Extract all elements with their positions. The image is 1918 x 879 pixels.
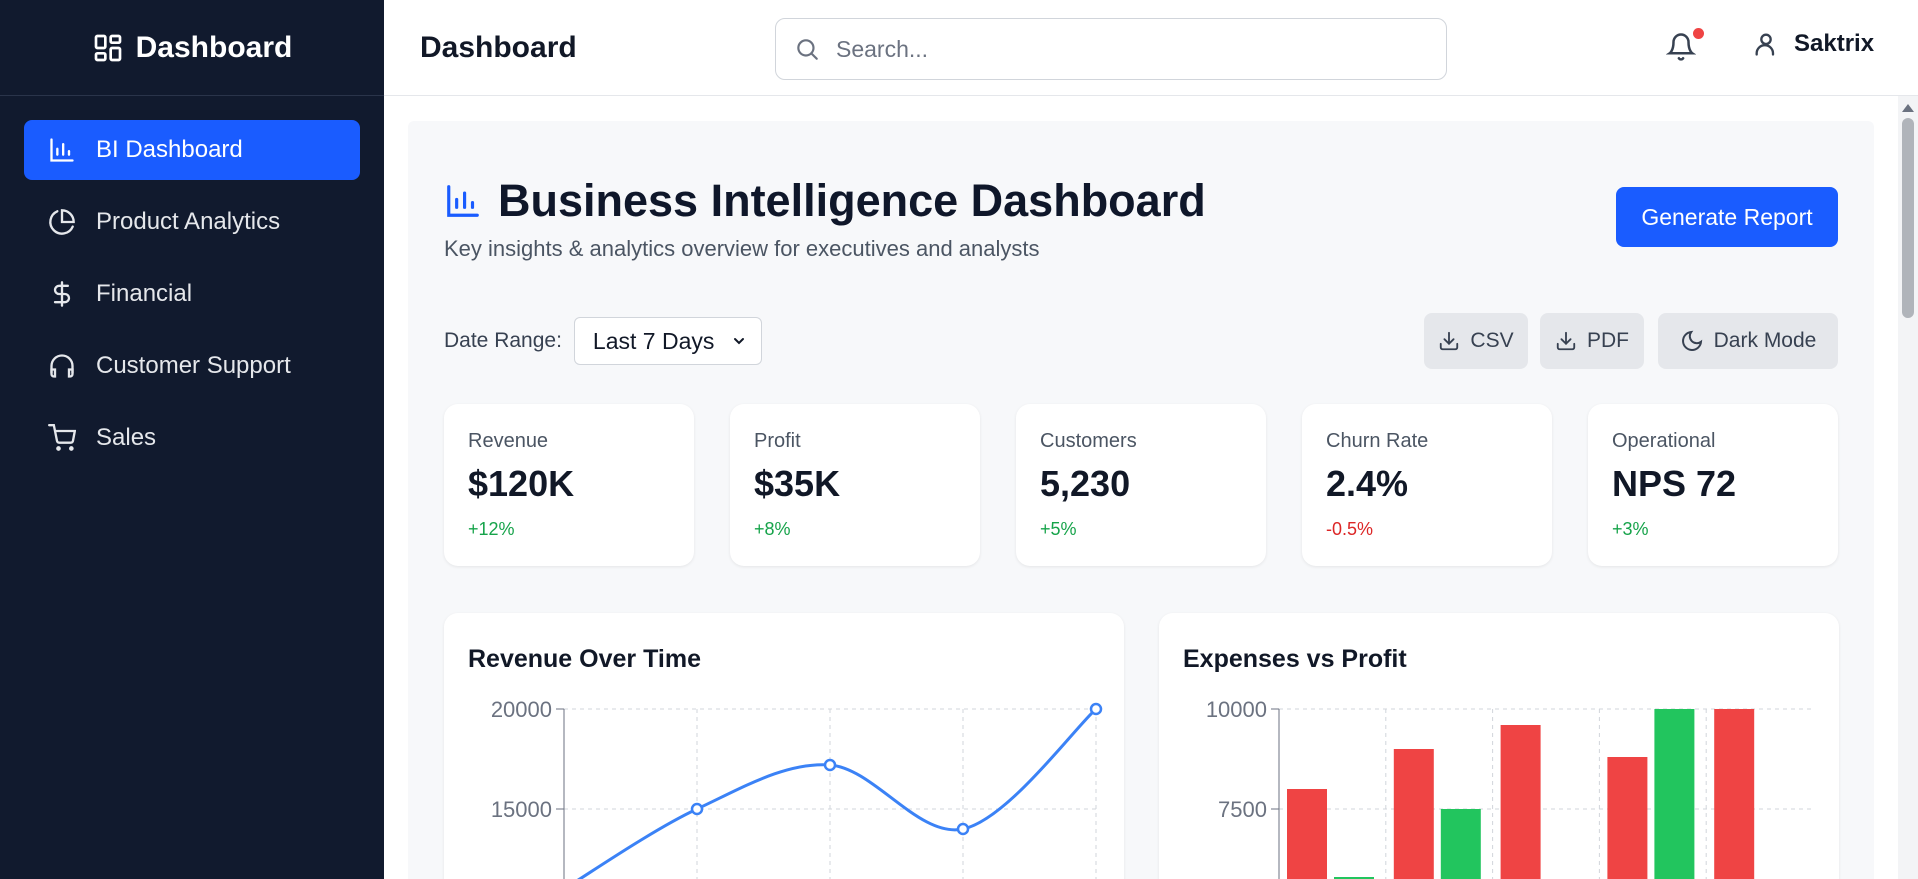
date-range-value: Last 7 Days — [592, 327, 715, 354]
sidebar-item-sales[interactable]: Sales — [24, 408, 360, 468]
download-icon — [1440, 331, 1459, 351]
cart-icon — [48, 424, 76, 451]
kpi-card-churn-rate: Churn Rate 2.4% -0.5% — [1302, 404, 1552, 566]
y-tick-label: 7500 — [1218, 797, 1267, 822]
moon-icon — [1681, 330, 1702, 351]
sidebar-item-product-analytics[interactable]: Product Analytics — [24, 192, 360, 252]
sidebar-nav: BI Dashboard Product Analytics Financial… — [0, 96, 384, 504]
date-range-label: Date Range: — [444, 329, 562, 352]
data-point — [1089, 702, 1103, 716]
main-panel: Business Intelligence Dashboard Key insi… — [408, 121, 1874, 879]
search-icon — [797, 39, 818, 60]
kpi-label: Customers — [1040, 430, 1137, 452]
scroll-up-arrow[interactable] — [1902, 104, 1914, 112]
expenses-profit-chart-card: Expenses vs Profit 10000 7500 — [1159, 613, 1839, 879]
kpi-label: Operational — [1612, 430, 1716, 452]
expenses-bar — [1393, 749, 1434, 879]
dark-mode-label: Dark Mode — [1713, 329, 1817, 352]
data-point — [956, 822, 970, 836]
sidebar-item-financial[interactable]: Financial — [24, 264, 360, 324]
date-range-select[interactable]: Last 7 Days — [573, 317, 762, 365]
expenses-bar — [1714, 709, 1755, 879]
chevron-down-icon — [733, 338, 744, 345]
sidebar-item-label: Customer Support — [96, 352, 291, 379]
bar-chart-icon — [50, 138, 74, 162]
kpi-delta: +8% — [754, 519, 791, 539]
sidebar: Dashboard BI Dashboard Product Analytics… — [0, 0, 384, 879]
scroll-thumb[interactable] — [1902, 118, 1914, 318]
y-tick-label: 20000 — [491, 697, 552, 722]
pie-chart-icon — [49, 209, 75, 235]
kpi-value: 2.4% — [1326, 463, 1409, 504]
export-pdf-button[interactable]: PDF — [1540, 313, 1644, 369]
notification-dot — [1693, 28, 1704, 39]
sidebar-item-bi-dashboard[interactable]: BI Dashboard — [24, 120, 360, 180]
csv-label: CSV — [1470, 329, 1514, 352]
kpi-delta: -0.5% — [1326, 519, 1374, 539]
y-tick-label: 10000 — [1206, 697, 1267, 722]
search-box[interactable] — [775, 18, 1447, 80]
kpi-card-profit: Profit $35K +8% — [730, 404, 980, 566]
search-input[interactable] — [836, 35, 1396, 63]
sidebar-item-label: Product Analytics — [96, 208, 281, 235]
profit-bar — [1654, 709, 1695, 879]
grid-icon — [94, 34, 121, 61]
sidebar-item-label: Financial — [96, 280, 193, 307]
revenue-line-chart: 20000 15000 — [491, 697, 1103, 879]
kpi-delta: +5% — [1040, 519, 1077, 539]
user-name: Saktrix — [1794, 30, 1875, 57]
expenses-profit-bar-chart: 10000 7500 — [1206, 697, 1813, 879]
expenses-bar — [1287, 789, 1327, 879]
dark-mode-toggle[interactable]: Dark Mode — [1658, 313, 1838, 369]
kpi-value: 5,230 — [1040, 463, 1131, 504]
headphones-icon — [50, 354, 74, 378]
y-tick-label: 15000 — [491, 797, 552, 822]
kpi-delta: +3% — [1612, 519, 1649, 539]
download-icon — [1556, 331, 1576, 351]
export-csv-button[interactable]: CSV — [1424, 313, 1528, 369]
brand-title: Dashboard — [135, 30, 293, 64]
kpi-value: $120K — [468, 463, 575, 504]
date-range-control: Date Range: Last 7 Days — [444, 317, 762, 365]
expenses-bar — [1500, 725, 1541, 879]
kpi-value: $35K — [754, 463, 841, 504]
page-title: Business Intelligence Dashboard — [498, 175, 1206, 226]
kpi-label: Revenue — [468, 430, 549, 452]
sidebar-item-customer-support[interactable]: Customer Support — [24, 336, 360, 396]
header-title: Dashboard — [420, 30, 577, 64]
page-scrollbar[interactable] — [1898, 96, 1918, 879]
kpi-label: Churn Rate — [1326, 430, 1429, 452]
kpi-card-revenue: Revenue $120K +12% — [444, 404, 694, 566]
kpi-label: Profit — [754, 430, 801, 452]
kpi-value: NPS 72 — [1612, 463, 1737, 504]
revenue-chart-card: Revenue Over Time 20000 15000 — [444, 613, 1124, 879]
kpi-delta: +12% — [468, 519, 515, 539]
pdf-label: PDF — [1587, 329, 1629, 352]
generate-report-button[interactable]: Generate Report — [1616, 187, 1838, 247]
notifications-button[interactable] — [1665, 28, 1704, 66]
dollar-icon — [53, 281, 71, 307]
data-point — [690, 802, 704, 816]
user-icon — [1755, 33, 1775, 56]
top-header: Dashboard Saktrix — [384, 0, 1918, 96]
profit-bar — [1440, 809, 1481, 879]
sidebar-item-label: Sales — [96, 424, 157, 451]
kpi-card-customers: Customers 5,230 +5% — [1016, 404, 1266, 566]
kpi-card-operational: Operational NPS 72 +3% — [1588, 404, 1838, 566]
bar-chart-icon — [447, 185, 479, 217]
page-subtitle: Key insights & analytics overview for ex… — [444, 236, 1040, 261]
user-menu[interactable]: Saktrix — [1752, 30, 1874, 58]
bell-icon — [1665, 33, 1697, 61]
data-point — [823, 758, 837, 772]
page-heading: Business Intelligence Dashboard — [444, 175, 1206, 227]
sidebar-item-label: BI Dashboard — [96, 136, 243, 163]
expenses-bar — [1607, 757, 1648, 879]
sidebar-brand[interactable]: Dashboard — [0, 0, 384, 96]
